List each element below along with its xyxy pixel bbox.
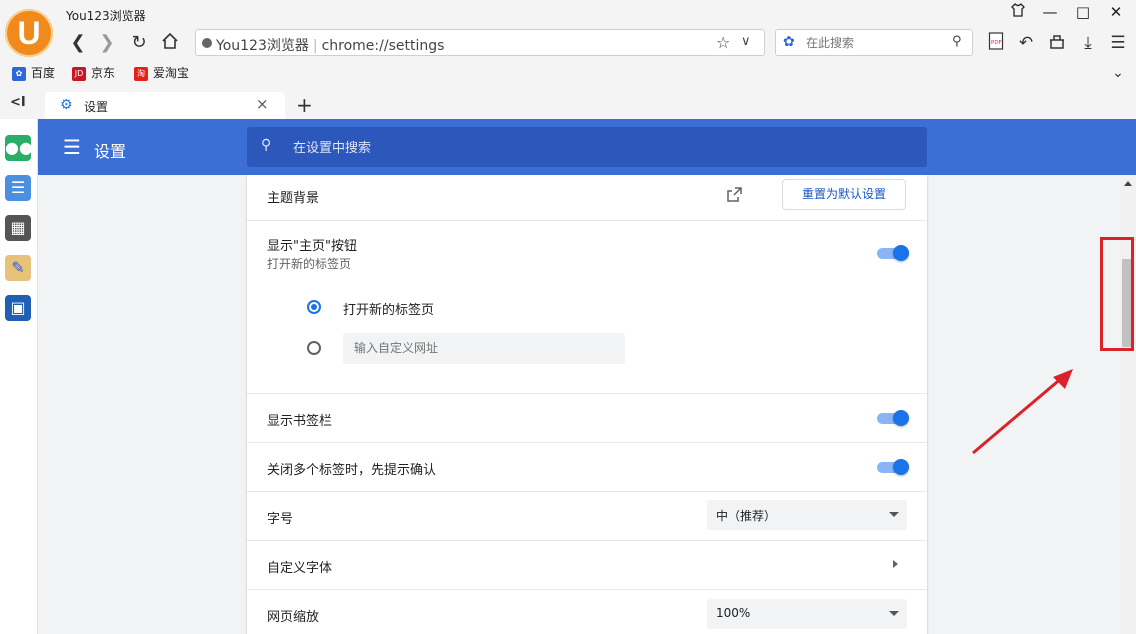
settings-title: 设置 <box>94 142 127 161</box>
settings-search-box[interactable]: ⚲ <box>247 127 927 167</box>
address-bar[interactable]: You123浏览器 | chrome://settings ☆ ∨ <box>195 29 765 56</box>
annotation-highlight-box <box>1100 237 1134 351</box>
reset-theme-button[interactable]: 重置为默认设置 <box>782 179 906 210</box>
settings-content: 主题背景 重置为默认设置 显示"主页"按钮 打开新的标签页 打开新的标签页 显示… <box>38 175 1120 634</box>
web-search-box[interactable]: ✿ ⚲ <box>775 29 973 56</box>
bookmark-jd[interactable]: JD 京东 <box>72 64 115 82</box>
home-button-toggle[interactable] <box>877 245 909 261</box>
font-size-row: 字号 中（推荐） <box>247 492 927 541</box>
forward-icon[interactable]: ❯ <box>95 32 119 54</box>
tab-settings[interactable]: ⚙ 设置 × <box>45 92 285 119</box>
theme-row: 主题背景 重置为默认设置 <box>247 175 927 221</box>
side-panel: ●● ☰ ▦ ✎ ▣ <box>0 119 38 634</box>
tab-label: 设置 <box>84 100 109 114</box>
annotation-arrow-icon <box>972 369 1073 455</box>
tab-close-icon[interactable]: × <box>256 95 269 113</box>
minimize-icon[interactable]: — <box>1035 2 1065 22</box>
zoom-select[interactable]: 100% <box>707 599 907 629</box>
taobao-icon: 淘 <box>134 66 148 81</box>
search-icon: ⚲ <box>261 137 272 153</box>
pdf-icon[interactable]: PDF <box>984 32 1008 54</box>
bookmarks-bar-toggle[interactable] <box>877 410 909 426</box>
custom-url-input[interactable] <box>352 340 616 356</box>
custom-fonts-row[interactable]: 自定义字体 <box>247 541 927 590</box>
monitor-icon[interactable]: ▣ <box>5 295 31 321</box>
zoom-label: 网页缩放 <box>267 610 320 625</box>
close-confirm-toggle[interactable] <box>877 459 909 475</box>
bookmark-aitaobao[interactable]: 淘爱淘宝 <box>134 64 189 82</box>
maximize-icon[interactable]: □ <box>1068 2 1098 22</box>
settings-header: ☰ 设置 ⚲ <box>38 119 1136 175</box>
home-button-sub: 打开新的标签页 <box>267 257 352 271</box>
notepad-icon[interactable]: ☰ <box>5 175 31 201</box>
extensions-icon[interactable] <box>1045 32 1069 54</box>
baidu-icon: ✿ <box>12 66 26 81</box>
home-button-label: 显示"主页"按钮 <box>267 239 357 254</box>
app-title: You123浏览器 <box>66 9 146 23</box>
chevron-down-icon[interactable]: ∨ <box>741 34 751 49</box>
radio-newtab[interactable] <box>307 300 321 314</box>
bookmarks-more-icon[interactable]: ⌄ <box>1106 62 1130 84</box>
font-size-label: 字号 <box>267 512 294 527</box>
font-size-select[interactable]: 中（推荐） <box>707 500 907 530</box>
baidu-paw-icon: ✿ <box>783 34 795 50</box>
home-icon[interactable] <box>158 32 182 54</box>
svg-text:PDF: PDF <box>991 40 1002 46</box>
theme-label: 主题背景 <box>267 191 320 206</box>
bookmarks-bar-label: 显示书签栏 <box>267 414 333 429</box>
paint-icon[interactable]: ✎ <box>5 255 31 281</box>
font-size-value: 中（推荐） <box>716 509 777 523</box>
browser-logo: U <box>5 9 53 57</box>
custom-url-field[interactable] <box>343 333 625 364</box>
gear-icon: ⚙ <box>60 97 73 113</box>
radio-custom-url[interactable] <box>307 341 321 355</box>
web-search-input[interactable] <box>804 33 948 53</box>
bookmark-star-icon[interactable]: ☆ <box>716 33 730 52</box>
home-button-row: 显示"主页"按钮 打开新的标签页 打开新的标签页 <box>247 221 927 394</box>
sidebar-toggle-icon[interactable]: <I <box>10 95 26 110</box>
bookmark-baidu[interactable]: ✿ 百度 <box>12 64 55 82</box>
zoom-row: 网页缩放 100% <box>247 590 927 634</box>
close-confirm-row: 关闭多个标签时，先提示确认 <box>247 443 927 492</box>
scroll-up-icon[interactable] <box>1124 181 1132 186</box>
bookmarks-bar-row: 显示书签栏 <box>247 394 927 443</box>
appearance-card: 主题背景 重置为默认设置 显示"主页"按钮 打开新的标签页 打开新的标签页 显示… <box>247 175 927 634</box>
custom-fonts-label: 自定义字体 <box>267 561 333 576</box>
hamburger-menu-icon[interactable]: ☰ <box>63 135 81 159</box>
wechat-icon[interactable]: ●● <box>5 135 33 161</box>
reload-icon[interactable]: ↻ <box>127 32 151 54</box>
zoom-value: 100% <box>716 606 751 620</box>
address-site-name: You123浏览器 <box>216 38 309 54</box>
back-icon[interactable]: ❮ <box>66 32 90 54</box>
chevron-right-icon <box>893 560 898 568</box>
external-link-icon[interactable] <box>726 186 743 207</box>
close-confirm-label: 关闭多个标签时，先提示确认 <box>267 463 437 478</box>
download-icon[interactable]: ⤓ <box>1076 32 1100 54</box>
undo-close-icon[interactable]: ↶ <box>1014 32 1038 54</box>
dropdown-arrow-icon <box>889 611 899 616</box>
radio-newtab-label: 打开新的标签页 <box>343 303 435 318</box>
settings-search-input[interactable] <box>291 137 795 159</box>
close-icon[interactable]: ✕ <box>1101 2 1131 22</box>
dropdown-arrow-icon <box>889 512 899 517</box>
jd-icon: JD <box>72 66 86 81</box>
menu-icon[interactable]: ☰ <box>1106 32 1130 54</box>
search-icon[interactable]: ⚲ <box>952 34 962 49</box>
site-info-icon[interactable] <box>202 38 212 48</box>
new-tab-icon[interactable]: + <box>296 93 313 117</box>
address-url: chrome://settings <box>321 38 445 54</box>
calculator-icon[interactable]: ▦ <box>5 215 31 241</box>
skin-icon[interactable] <box>1003 2 1033 22</box>
